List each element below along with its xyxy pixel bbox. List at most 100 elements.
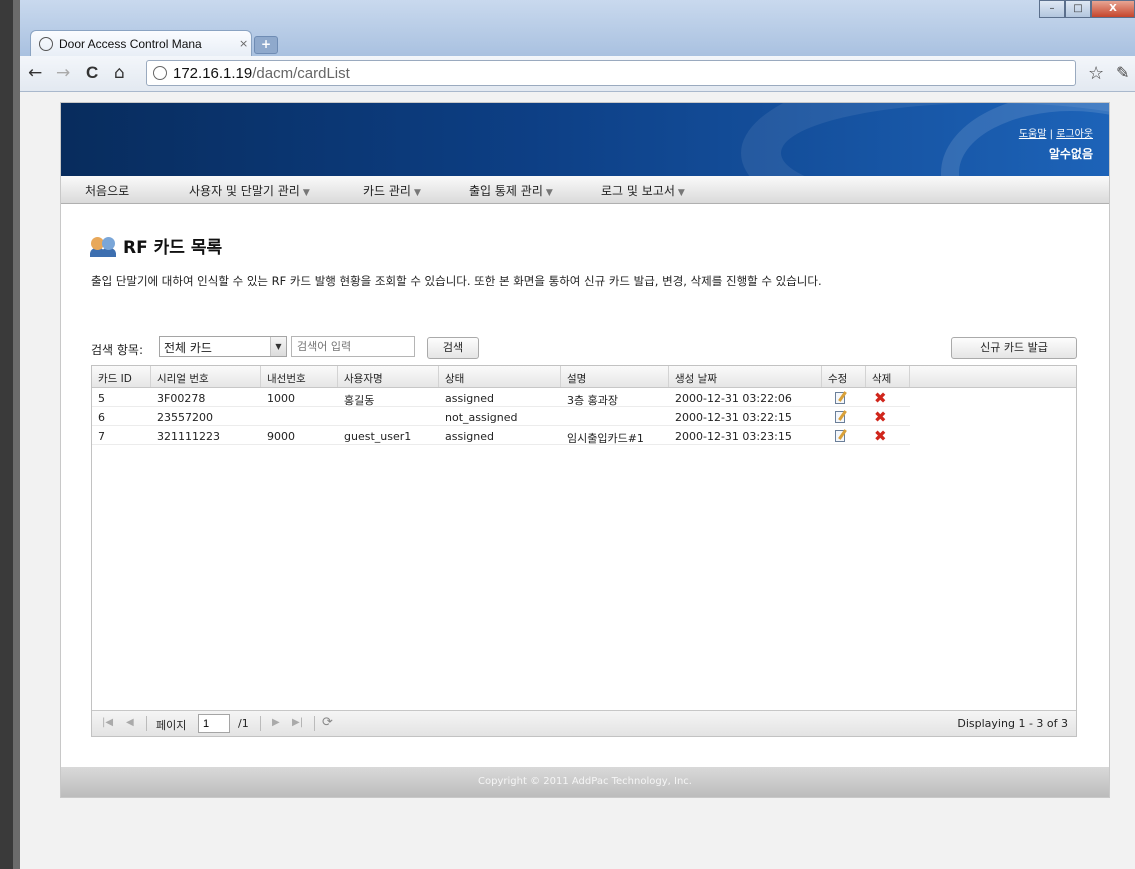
description: 3층 홍과장 — [567, 394, 618, 407]
page-description: 출입 단말기에 대하여 인식할 수 있는 RF 카드 발행 현황을 조회할 수 … — [91, 274, 822, 288]
edit-icon[interactable] — [834, 429, 848, 443]
title-bar: Door Access Control Mana × + – □ X — [20, 0, 1135, 56]
column-header[interactable]: 설명 — [561, 366, 669, 387]
column-header[interactable]: 카드 ID — [92, 366, 151, 387]
created-date: 2000-12-31 03:22:06 — [675, 392, 792, 405]
chevron-down-icon: ▼ — [302, 188, 310, 198]
column-header[interactable]: 내선번호 — [261, 366, 338, 387]
created-date: 2000-12-31 03:22:15 — [675, 411, 792, 424]
column-header[interactable]: 상태 — [439, 366, 561, 387]
wrench-icon[interactable]: ✎ — [1116, 63, 1129, 82]
column-header[interactable]: 수정 — [822, 366, 866, 387]
issue-new-card-button[interactable]: 신규 카드 발급 — [951, 337, 1077, 359]
menu-home-label: 처음으로 — [85, 184, 130, 198]
chevron-down-icon: ▼ — [545, 188, 553, 198]
bookmark-star-icon[interactable]: ☆ — [1088, 63, 1104, 84]
page-heading: RF 카드 목록 — [90, 233, 222, 258]
user-name-cell: 홍길동 — [344, 394, 375, 407]
delete-icon[interactable]: ✖ — [874, 408, 887, 426]
search-bar: 검색 항목: 전체 카드 ▼ 검색 신규 카드 발급 — [91, 336, 1077, 360]
url-host: 172.16.1.19 — [173, 64, 253, 82]
serial-number: 23557200 — [157, 411, 213, 424]
next-page-icon[interactable]: ▶ — [272, 717, 280, 728]
card-id: 5 — [98, 392, 105, 405]
table-row[interactable]: 5 3F00278 1000 홍길동 assigned 3층 홍과장 2000-… — [92, 389, 910, 407]
description: 임시출입카드#1 — [567, 432, 644, 445]
card-id: 6 — [98, 411, 105, 424]
menu-logs-reports[interactable]: 로그 및 보고서 ▼ — [601, 182, 685, 199]
search-label: 검색 항목: — [91, 343, 144, 357]
chevron-down-icon[interactable]: ▼ — [270, 337, 286, 356]
user-name-cell — [338, 408, 344, 426]
pagination-bar: |◀ ◀ 페이지 /1 ▶ ▶| ⟳ Displaying 1 - 3 of 3 — [92, 710, 1076, 736]
forward-icon[interactable]: → — [56, 63, 70, 83]
card-id: 7 — [98, 430, 105, 443]
search-button[interactable]: 검색 — [427, 337, 479, 359]
top-links: 도움말 | 로그아웃 — [1019, 125, 1093, 140]
reload-icon[interactable]: C — [86, 63, 98, 83]
page-label: 페이지 — [156, 719, 187, 732]
serial-number: 3F00278 — [157, 392, 206, 405]
app-page: 도움말 | 로그아웃 알수없음 처음으로 사용자 및 단말기 관리 ▼ 카드 관리… — [60, 102, 1110, 798]
main-menu: 처음으로 사용자 및 단말기 관리 ▼ 카드 관리 ▼ 출입 통제 관리 ▼ 로그 및… — [61, 176, 1109, 204]
menu-logs-reports-label: 로그 및 보고서 — [601, 184, 675, 198]
window-controls: – □ X — [1039, 0, 1135, 18]
address-bar[interactable]: 172.16.1.19 /dacm/cardList — [146, 60, 1076, 86]
refresh-icon[interactable]: ⟳ — [322, 715, 333, 730]
maximize-button[interactable]: □ — [1065, 0, 1091, 18]
first-page-icon[interactable]: |◀ — [102, 717, 113, 728]
logout-link[interactable]: 로그아웃 — [1056, 129, 1093, 140]
tab-title: Door Access Control Mana — [59, 36, 202, 51]
serial-number: 321111223 — [157, 430, 220, 443]
card-table: 카드 ID 시리얼 번호 내선번호 사용자명 상태 설명 생성 날짜 수정 삭제… — [91, 365, 1077, 737]
column-header[interactable]: 삭제 — [866, 366, 910, 387]
menu-access-control[interactable]: 출입 통제 관리 ▼ — [469, 182, 553, 199]
pager-divider — [314, 716, 315, 731]
home-icon[interactable]: ⌂ — [114, 63, 125, 83]
footer: Copyright © 2011 AddPac Technology, Inc. — [61, 767, 1109, 797]
prev-page-icon[interactable]: ◀ — [126, 717, 134, 728]
pager-divider — [260, 716, 261, 731]
header-banner: 도움말 | 로그아웃 알수없음 — [61, 103, 1109, 176]
search-field-select[interactable]: 전체 카드 ▼ — [159, 336, 287, 357]
page-number-input[interactable] — [198, 714, 230, 733]
description — [561, 408, 567, 426]
extension: 9000 — [267, 430, 295, 443]
menu-users-terminals[interactable]: 사용자 및 단말기 관리 ▼ — [189, 182, 310, 199]
chevron-down-icon: ▼ — [677, 188, 685, 198]
menu-card-management[interactable]: 카드 관리 ▼ — [363, 182, 421, 199]
tab-close-icon[interactable]: × — [239, 37, 248, 50]
table-header: 카드 ID 시리얼 번호 내선번호 사용자명 상태 설명 생성 날짜 수정 삭제 — [92, 366, 1076, 388]
page-total: /1 — [238, 717, 249, 730]
column-header[interactable]: 사용자명 — [338, 366, 439, 387]
table-row[interactable]: 7 321111223 9000 guest_user1 assigned 임시… — [92, 427, 910, 445]
delete-icon[interactable]: ✖ — [874, 389, 887, 407]
help-link[interactable]: 도움말 — [1019, 129, 1047, 140]
edit-icon[interactable] — [834, 410, 848, 424]
url-path: /dacm/cardList — [252, 64, 350, 82]
browser-tab[interactable]: Door Access Control Mana × — [30, 30, 252, 56]
column-header[interactable]: 시리얼 번호 — [151, 366, 261, 387]
last-page-icon[interactable]: ▶| — [292, 717, 303, 728]
page-info-icon[interactable] — [153, 66, 167, 80]
pager-divider — [146, 716, 147, 731]
extension: 1000 — [267, 392, 295, 405]
menu-card-management-label: 카드 관리 — [363, 184, 411, 198]
search-field-value: 전체 카드 — [164, 341, 212, 355]
status: assigned — [445, 430, 494, 443]
search-input[interactable] — [291, 336, 415, 357]
delete-icon[interactable]: ✖ — [874, 427, 887, 445]
minimize-button[interactable]: – — [1039, 0, 1065, 18]
user-name-cell: guest_user1 — [344, 430, 412, 443]
menu-users-terminals-label: 사용자 및 단말기 관리 — [189, 184, 300, 198]
edit-icon[interactable] — [834, 391, 848, 405]
users-icon — [90, 235, 117, 257]
page-viewport: 도움말 | 로그아웃 알수없음 처음으로 사용자 및 단말기 관리 ▼ 카드 관리… — [20, 92, 1135, 869]
link-separator: | — [1049, 129, 1053, 140]
menu-home[interactable]: 처음으로 — [85, 182, 129, 199]
column-header[interactable]: 생성 날짜 — [669, 366, 822, 387]
table-row[interactable]: 6 23557200 not_assigned 2000-12-31 03:22… — [92, 408, 910, 426]
new-tab-button[interactable]: + — [254, 36, 278, 54]
back-icon[interactable]: ← — [28, 63, 42, 83]
close-window-button[interactable]: X — [1091, 0, 1135, 18]
